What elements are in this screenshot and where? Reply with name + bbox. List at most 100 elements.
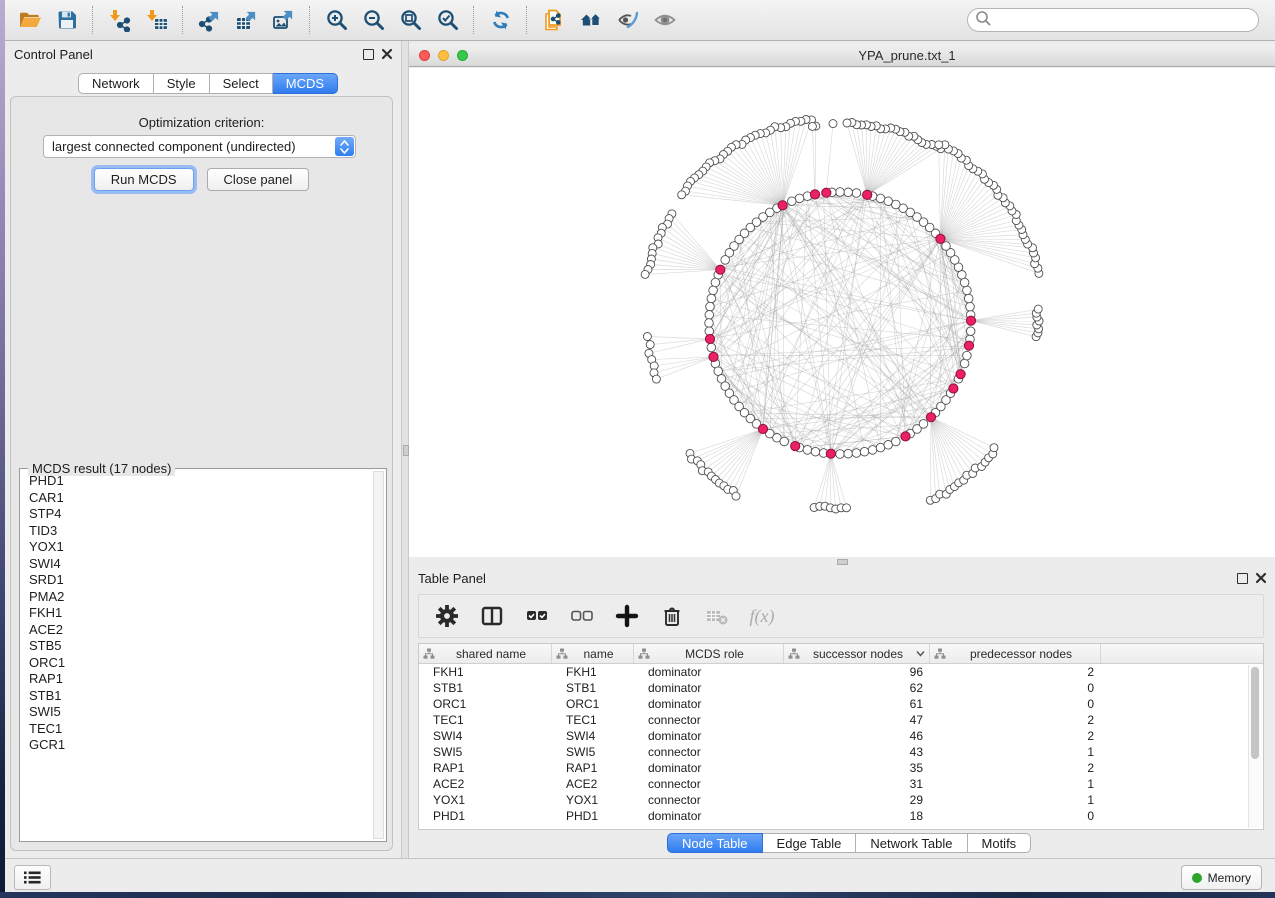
optimization-criterion-select[interactable]: largest connected component (undirected) [43,135,356,158]
column-header-name[interactable]: name [552,644,634,663]
control-panel: Control Panel NetworkStyleSelectMCDS Opt… [5,41,401,858]
save-session-icon[interactable] [48,4,85,36]
table-scrollbar[interactable] [1248,665,1262,828]
refresh-layout-icon[interactable] [482,4,519,36]
table-cell: dominator [634,761,784,775]
network-canvas[interactable] [409,68,1275,557]
toolbar-separator [473,6,475,34]
mcds-result-item[interactable]: PMA2 [29,589,372,606]
delete-entries-icon[interactable] [658,602,686,630]
select-all-icon[interactable] [523,602,551,630]
table-cell: dominator [634,809,784,823]
search-input[interactable] [991,10,1258,30]
memory-label: Memory [1208,871,1251,885]
zoom-out-icon[interactable] [355,4,392,36]
table-cell: 29 [784,793,930,807]
table-cell: 0 [930,681,1101,695]
new-network-from-selection-icon[interactable] [535,4,572,36]
table-cell: 2 [930,761,1101,775]
scrollbar-thumb[interactable] [1251,667,1259,759]
mcds-result-item[interactable]: YOX1 [29,539,372,556]
export-image-icon[interactable] [265,4,302,36]
close-panel-icon[interactable] [381,48,393,60]
mcds-result-item[interactable]: SWI5 [29,704,372,721]
table-row[interactable]: SWI5SWI5connector431 [419,744,1263,760]
mcds-result-item[interactable]: SRD1 [29,572,372,589]
hide-selected-eye-slash-icon[interactable] [609,4,646,36]
mcds-result-item[interactable]: ORC1 [29,655,372,672]
table-cell: connector [634,713,784,727]
zoom-selected-icon[interactable] [429,4,466,36]
mcds-result-item[interactable]: GCR1 [29,737,372,754]
table-cell: SWI5 [552,745,634,759]
table-tab-edge-table[interactable]: Edge Table [763,833,857,853]
show-panels-home-icon[interactable] [572,4,609,36]
close-panel-button[interactable]: Close panel [207,168,310,191]
table-tab-node-table[interactable]: Node Table [667,833,763,853]
table-row[interactable]: SWI4SWI4dominator462 [419,728,1263,744]
add-entry-icon[interactable] [613,602,641,630]
table-cell: 1 [930,745,1101,759]
table-settings-icon[interactable] [433,602,461,630]
network-window-titlebar[interactable]: YPA_prune.txt_1 [409,44,1275,67]
tab-select[interactable]: Select [210,73,273,94]
tab-style[interactable]: Style [154,73,210,94]
mcds-result-item[interactable]: RAP1 [29,671,372,688]
mcds-result-item[interactable]: ACE2 [29,622,372,639]
mcds-result-item[interactable]: STP4 [29,506,372,523]
table-row[interactable]: ORC1ORC1dominator610 [419,696,1263,712]
zoom-in-icon[interactable] [318,4,355,36]
zoom-fit-icon[interactable] [392,4,429,36]
memory-button[interactable]: Memory [1181,865,1262,890]
mcds-result-scrollbar[interactable] [373,471,384,839]
table-cell: connector [634,793,784,807]
table-toolbar: f(x) [418,594,1264,638]
mcds-result-item[interactable]: STB5 [29,638,372,655]
export-network-icon[interactable] [191,4,228,36]
table-tab-network-table[interactable]: Network Table [856,833,967,853]
import-table-icon[interactable] [138,4,175,36]
float-panel-icon[interactable] [1237,573,1248,584]
mcds-result-item[interactable]: FKH1 [29,605,372,622]
mcds-result-item[interactable]: STB1 [29,688,372,705]
run-mcds-button[interactable]: Run MCDS [94,168,194,191]
table-row[interactable]: TEC1TEC1connector472 [419,712,1263,728]
search-box[interactable] [967,8,1259,32]
mcds-result-item[interactable]: PHD1 [29,473,372,490]
mcds-result-item[interactable]: SWI4 [29,556,372,573]
column-header-predecessor-nodes[interactable]: predecessor nodes [930,644,1101,663]
close-panel-icon[interactable] [1255,572,1267,584]
tab-mcds[interactable]: MCDS [273,73,338,94]
table-panel-title: Table Panel [409,571,486,586]
show-graphics-details-eye-icon[interactable] [646,4,683,36]
open-file-icon[interactable] [11,4,48,36]
table-tab-motifs[interactable]: Motifs [968,833,1032,853]
table-row[interactable]: YOX1YOX1connector291 [419,792,1263,808]
task-history-button[interactable] [14,865,51,890]
table-row[interactable]: ACE2ACE2connector311 [419,776,1263,792]
export-table-icon[interactable] [228,4,265,36]
mcds-result-item[interactable]: TEC1 [29,721,372,738]
table-row[interactable]: STB1STB1dominator620 [419,680,1263,696]
table-row[interactable]: PHD1PHD1dominator180 [419,808,1263,824]
mcds-result-list[interactable]: PHD1CAR1STP4TID3YOX1SWI4SRD1PMA2FKH1ACE2… [20,473,372,839]
tab-network[interactable]: Network [78,73,154,94]
table-panel-tabs: Node TableEdge TableNetwork TableMotifs [667,833,1031,853]
horizontal-splitter[interactable] [409,557,1275,565]
toggle-columns-icon[interactable] [478,602,506,630]
deselect-all-icon[interactable] [568,602,596,630]
mcds-result-item[interactable]: TID3 [29,523,372,540]
mcds-result-item[interactable]: CAR1 [29,490,372,507]
table-cell: FKH1 [419,665,552,679]
column-header-MCDS-role[interactable]: MCDS role [634,644,784,663]
shared-column-icon [556,648,568,660]
column-header-shared-name[interactable]: shared name [419,644,552,663]
table-cell: ACE2 [552,777,634,791]
float-panel-icon[interactable] [363,49,374,60]
import-network-icon[interactable] [101,4,138,36]
table-row[interactable]: FKH1FKH1dominator962 [419,664,1263,680]
column-header-successor-nodes[interactable]: successor nodes [784,644,930,663]
network-window-title: YPA_prune.txt_1 [409,48,1275,63]
table-row[interactable]: RAP1RAP1dominator352 [419,760,1263,776]
vertical-splitter[interactable] [401,41,409,858]
